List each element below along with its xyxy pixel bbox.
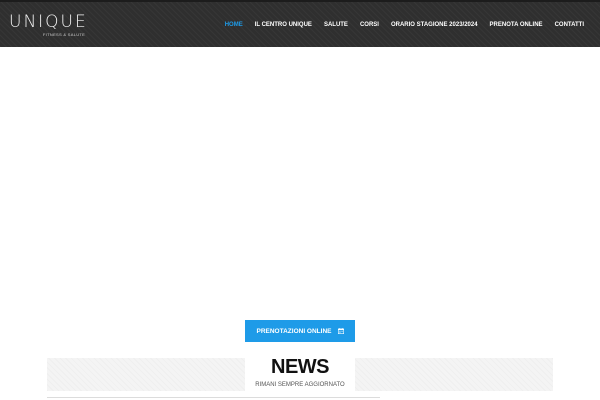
nav-item-corsi[interactable]: CORSI — [354, 20, 385, 30]
logo-tagline: FITNESS & SALUTE — [43, 32, 86, 37]
nav-item-home[interactable]: HOME — [219, 20, 249, 30]
calendar-icon — [337, 328, 344, 334]
nav-item-orario-stagione[interactable]: ORARIO STAGIONE 2023/2024 — [385, 20, 484, 30]
nav-item-contatti[interactable]: CONTATTI — [549, 20, 600, 30]
logo-wordmark: UNIQUE — [9, 12, 88, 32]
site-logo[interactable]: UNIQUE FITNESS & SALUTE — [9, 12, 88, 40]
nav-item-il-centro-unique[interactable]: IL CENTRO UNIQUE — [249, 20, 318, 30]
nav-item-prenota-online[interactable]: PRENOTA ONLINE — [484, 20, 549, 30]
nav-item-salute[interactable]: SALUTE — [318, 20, 354, 30]
online-booking-button[interactable]: PRENOTAZIONI ONLINE — [245, 320, 355, 342]
main-nav: HOME IL CENTRO UNIQUE SALUTE CORSI ORARI… — [219, 2, 600, 47]
hero-area — [0, 47, 600, 317]
news-heading-box: NEWS RIMANI SEMPRE AGGIORNATO — [245, 353, 355, 393]
news-title: NEWS — [271, 356, 330, 378]
site-header: UNIQUE FITNESS & SALUTE HOME IL CENTRO U… — [0, 0, 600, 47]
online-booking-label: PRENOTAZIONI ONLINE — [256, 327, 332, 335]
news-subtitle: RIMANI SEMPRE AGGIORNATO — [255, 382, 345, 388]
section-divider — [47, 397, 380, 398]
